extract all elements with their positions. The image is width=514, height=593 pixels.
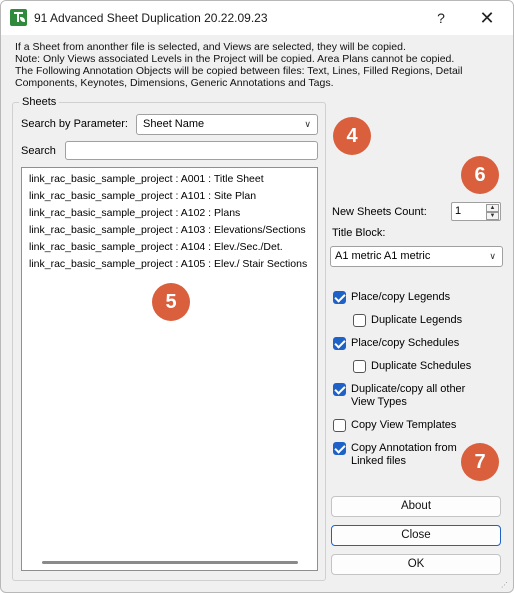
new-sheets-count-value: 1 [455,205,462,217]
close-button[interactable]: Close [331,525,501,546]
about-button[interactable]: About [331,496,501,517]
title-block-value: A1 metric A1 metric [335,250,431,262]
resize-grip-icon[interactable]: ⋰ [501,581,509,589]
ok-button[interactable]: OK [331,554,501,575]
list-item[interactable]: link_rac_basic_sample_project : A102 : P… [22,205,317,222]
checkbox-checked-icon [333,442,346,455]
window-title: 91 Advanced Sheet Duplication 20.22.09.2… [34,11,268,25]
info-line: The Following Annotation Objects will be… [15,65,463,77]
chevron-down-icon: ∨ [304,119,311,129]
horizontal-scrollbar[interactable] [42,561,298,564]
checkbox-label: Duplicate/copy all other [351,383,466,395]
title-bar: 91 Advanced Sheet Duplication 20.22.09.2… [1,1,513,35]
annotation-badge-6: 6 [461,156,499,194]
title-block-select[interactable]: A1 metric A1 metric ∨ [330,246,503,267]
search-label: Search [21,145,56,157]
annotation-badge-5: 5 [152,283,190,321]
new-sheets-count-label: New Sheets Count: [332,206,427,218]
list-item[interactable]: link_rac_basic_sample_project : A104 : E… [22,239,317,256]
chevron-down-icon: ∨ [489,251,496,261]
app-logo-icon [10,9,27,26]
title-block-label: Title Block: [332,227,386,239]
checkbox-label: Copy Annotation from [351,442,457,454]
checkbox-checked-icon [333,383,346,396]
search-input[interactable] [65,141,318,160]
sheets-group-label: Sheets [19,96,60,108]
list-item[interactable]: link_rac_basic_sample_project : A103 : E… [22,222,317,239]
dialog-window: 91 Advanced Sheet Duplication 20.22.09.2… [0,0,514,593]
checkbox-label: Place/copy Schedules [351,337,460,349]
spin-down-icon[interactable]: ▼ [486,212,499,220]
checkbox-unchecked-icon [353,360,366,373]
new-sheets-count-stepper[interactable]: 1 ▲ ▼ [451,202,501,221]
search-parameter-select[interactable]: Sheet Name ∨ [136,114,318,135]
checkbox-checked-icon [333,291,346,304]
search-parameter-value: Sheet Name [143,118,205,130]
sheets-listbox[interactable]: link_rac_basic_sample_project : A001 : T… [21,167,318,571]
list-item[interactable]: link_rac_basic_sample_project : A001 : T… [22,171,317,188]
annotation-badge-4: 4 [333,117,371,155]
list-item[interactable]: link_rac_basic_sample_project : A101 : S… [22,188,317,205]
checkbox-label: Duplicate Schedules [371,360,472,372]
info-line: If a Sheet from anonther file is selecte… [15,41,406,53]
checkbox-label: Duplicate Legends [371,314,463,326]
checkbox-label: Linked files [351,455,407,467]
checkbox-label: Place/copy Legends [351,291,451,303]
info-line: Note: Only Views associated Levels in th… [15,53,455,65]
help-button[interactable]: ? [419,1,463,35]
checkbox-unchecked-icon [353,314,366,327]
checkbox-label: Copy View Templates [351,419,457,431]
list-item[interactable]: link_rac_basic_sample_project : A105 : E… [22,256,317,273]
checkbox-unchecked-icon [333,419,346,432]
annotation-badge-7: 7 [461,443,499,481]
search-by-label: Search by Parameter: [21,118,128,130]
close-window-icon[interactable]: ✕ [465,1,509,35]
info-line: Components, Keynotes, Dimensions, Generi… [15,77,334,89]
checkbox-checked-icon [333,337,346,350]
spin-up-icon[interactable]: ▲ [486,204,499,212]
info-text: If a Sheet from anonther file is selecte… [15,41,507,89]
checkbox-label: View Types [351,396,407,408]
